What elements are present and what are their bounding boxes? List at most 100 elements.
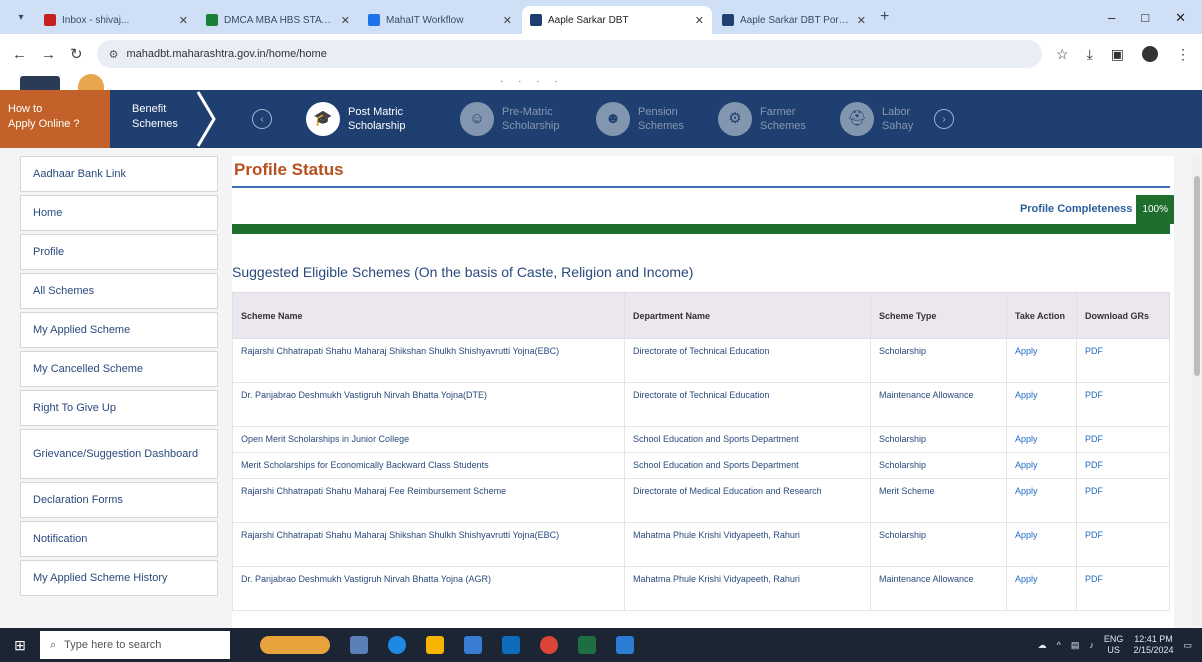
next-scheme-arrow-icon[interactable]: › bbox=[934, 109, 954, 129]
cell-scheme-type: Maintenance Allowance bbox=[870, 382, 1007, 427]
tab-title: Aaple Sarkar DBT bbox=[548, 14, 629, 26]
sidebar-item[interactable]: My Applied Scheme History bbox=[20, 560, 218, 596]
browser-tab[interactable]: Inbox - shivaj... ✕ bbox=[36, 6, 196, 34]
address-bar[interactable]: ⚙ mahadbt.maharashtra.gov.in/home/home bbox=[96, 40, 1042, 68]
scheme-tab-line2: Sahay bbox=[882, 120, 914, 132]
tab-close-icon[interactable]: ✕ bbox=[503, 14, 512, 27]
scheme-tab-pre-matric[interactable]: ☺ Pre-Matric Scholarship bbox=[460, 98, 559, 140]
browser-tab[interactable]: DMCA MBA HBS STATUS ✕ bbox=[198, 6, 358, 34]
excel-icon[interactable] bbox=[578, 636, 596, 654]
sidebar-item[interactable]: Notification bbox=[20, 521, 218, 557]
header-text: · · · · bbox=[500, 76, 564, 87]
scheme-navigation-bar: How to Apply Online ? Benefit Schemes ‹ … bbox=[0, 90, 1202, 148]
completeness-badge: 100% bbox=[1136, 194, 1174, 224]
clock[interactable]: 12:41 PM 2/15/2024 bbox=[1133, 634, 1173, 656]
tab-close-icon[interactable]: ✕ bbox=[695, 14, 704, 27]
scheme-tab-post-matric[interactable]: 🎓 Post Matric Scholarship bbox=[306, 98, 405, 140]
scheme-tab-line1: Post Matric bbox=[348, 106, 404, 118]
sidebar-item[interactable]: Profile bbox=[20, 234, 218, 270]
sidepanel-icon[interactable]: ▣ bbox=[1111, 46, 1124, 63]
browser-tab[interactable]: Aaple Sarkar DBT ✕ bbox=[522, 6, 712, 34]
weather-icon[interactable]: ☁ bbox=[1038, 640, 1047, 651]
scheme-tab-farmer[interactable]: ⚙ Farmer Schemes bbox=[718, 98, 806, 140]
site-info-icon[interactable]: ⚙ bbox=[109, 48, 119, 61]
tab-search-icon[interactable]: ▾ bbox=[10, 6, 32, 28]
scheme-tab-label: Pre-Matric Scholarship bbox=[502, 105, 559, 133]
sidebar-item[interactable]: Home bbox=[20, 195, 218, 231]
pdf-download-link[interactable]: PDF bbox=[1076, 426, 1170, 453]
widgets-icon[interactable] bbox=[260, 636, 330, 654]
scheme-tab-label: Labor Sahay bbox=[882, 105, 913, 133]
volume-icon[interactable]: ♪ bbox=[1089, 640, 1094, 650]
cell-department-name: School Education and Sports Department bbox=[624, 452, 871, 479]
table-row: Rajarshi Chhatrapati Shahu Maharaj Shiks… bbox=[232, 338, 1170, 383]
scrollbar-thumb[interactable] bbox=[1194, 176, 1200, 376]
apply-link[interactable]: Apply bbox=[1006, 566, 1077, 611]
scheme-tab-labor[interactable]: ⛑ Labor Sahay bbox=[840, 98, 913, 140]
download-icon[interactable]: ⤓ bbox=[1087, 46, 1093, 63]
apply-link[interactable]: Apply bbox=[1006, 452, 1077, 479]
profile-icon[interactable] bbox=[1142, 46, 1158, 62]
scheme-tab-pension[interactable]: ☻ Pension Schemes bbox=[596, 98, 684, 140]
page-scrollbar[interactable] bbox=[1192, 156, 1202, 626]
sidebar-item[interactable]: All Schemes bbox=[20, 273, 218, 309]
new-tab-button[interactable]: + bbox=[880, 8, 889, 26]
pdf-download-link[interactable]: PDF bbox=[1076, 452, 1170, 479]
star-icon[interactable]: ☆ bbox=[1056, 46, 1069, 63]
reload-icon[interactable]: ↻ bbox=[70, 45, 83, 63]
sidebar-item[interactable]: Right To Give Up bbox=[20, 390, 218, 426]
how-to-apply-link[interactable]: How to Apply Online ? bbox=[0, 90, 110, 148]
tab-close-icon[interactable]: ✕ bbox=[179, 14, 188, 27]
scheme-tab-line2: Scholarship bbox=[502, 120, 560, 132]
task-view-icon[interactable] bbox=[350, 636, 368, 654]
header-department-name: Department Name bbox=[624, 292, 871, 339]
tab-close-icon[interactable]: ✕ bbox=[857, 14, 866, 27]
network-icon[interactable]: ▤ bbox=[1071, 640, 1080, 651]
pdf-download-link[interactable]: PDF bbox=[1076, 338, 1170, 383]
word-icon[interactable] bbox=[502, 636, 520, 654]
close-window-icon[interactable]: ✕ bbox=[1175, 10, 1186, 26]
apply-link[interactable]: Apply bbox=[1006, 382, 1077, 427]
cell-department-name: Directorate of Technical Education bbox=[624, 382, 871, 427]
sidebar-item[interactable]: Declaration Forms bbox=[20, 482, 218, 518]
back-arrow-icon[interactable]: ← bbox=[12, 46, 27, 63]
pdf-download-link[interactable]: PDF bbox=[1076, 522, 1170, 567]
sidebar-item[interactable]: My Applied Scheme bbox=[20, 312, 218, 348]
scheme-tab-line2: Schemes bbox=[638, 120, 684, 132]
edge-browser-icon[interactable] bbox=[388, 636, 406, 654]
browser-tab[interactable]: MahaIT Workflow ✕ bbox=[360, 6, 520, 34]
sidebar-item[interactable]: Grievance/Suggestion Dashboard bbox=[20, 429, 218, 479]
tray-chevron-icon[interactable]: ^ bbox=[1057, 640, 1061, 650]
notification-icon[interactable]: ▭ bbox=[1183, 640, 1192, 651]
sidebar-item[interactable]: Aadhaar Bank Link bbox=[20, 156, 218, 192]
tab-close-icon[interactable]: ✕ bbox=[341, 14, 350, 27]
cell-department-name: Mahatma Phule Krishi Vidyapeeth, Rahuri bbox=[624, 522, 871, 567]
suggested-schemes-heading: Suggested Eligible Schemes (On the basis… bbox=[232, 264, 694, 280]
language-indicator[interactable]: ENG US bbox=[1104, 634, 1124, 656]
table-row: Rajarshi Chhatrapati Shahu Maharaj Fee R… bbox=[232, 478, 1170, 523]
table-header-row: Scheme Name Department Name Scheme Type … bbox=[232, 292, 1170, 339]
browser-tab[interactable]: Aaple Sarkar DBT Portal for... ✕ bbox=[714, 6, 874, 34]
scheme-tab-line2: Schemes bbox=[760, 120, 806, 132]
forward-arrow-icon[interactable]: → bbox=[41, 46, 56, 63]
prev-scheme-arrow-icon[interactable]: ‹ bbox=[252, 109, 272, 129]
file-explorer-icon[interactable] bbox=[426, 636, 444, 654]
taskbar-search-box[interactable]: ⌕ Type here to search bbox=[40, 631, 230, 659]
sidebar-item[interactable]: My Cancelled Scheme bbox=[20, 351, 218, 387]
minimize-icon[interactable]: – bbox=[1108, 10, 1115, 26]
mail-icon[interactable] bbox=[464, 636, 482, 654]
apply-link[interactable]: Apply bbox=[1006, 426, 1077, 453]
chevron-right-icon bbox=[196, 91, 216, 147]
maximize-icon[interactable]: □ bbox=[1141, 10, 1149, 26]
apply-link[interactable]: Apply bbox=[1006, 478, 1077, 523]
scheme-tab-line1: Labor bbox=[882, 106, 911, 118]
chrome-icon[interactable] bbox=[540, 636, 558, 654]
windows-start-icon[interactable]: ⊞ bbox=[0, 628, 40, 662]
pdf-download-link[interactable]: PDF bbox=[1076, 478, 1170, 523]
apply-link[interactable]: Apply bbox=[1006, 522, 1077, 567]
pdf-download-link[interactable]: PDF bbox=[1076, 382, 1170, 427]
outlook-icon[interactable] bbox=[616, 636, 634, 654]
pdf-download-link[interactable]: PDF bbox=[1076, 566, 1170, 611]
apply-link[interactable]: Apply bbox=[1006, 338, 1077, 383]
menu-dots-icon[interactable]: ⋮ bbox=[1176, 46, 1190, 63]
